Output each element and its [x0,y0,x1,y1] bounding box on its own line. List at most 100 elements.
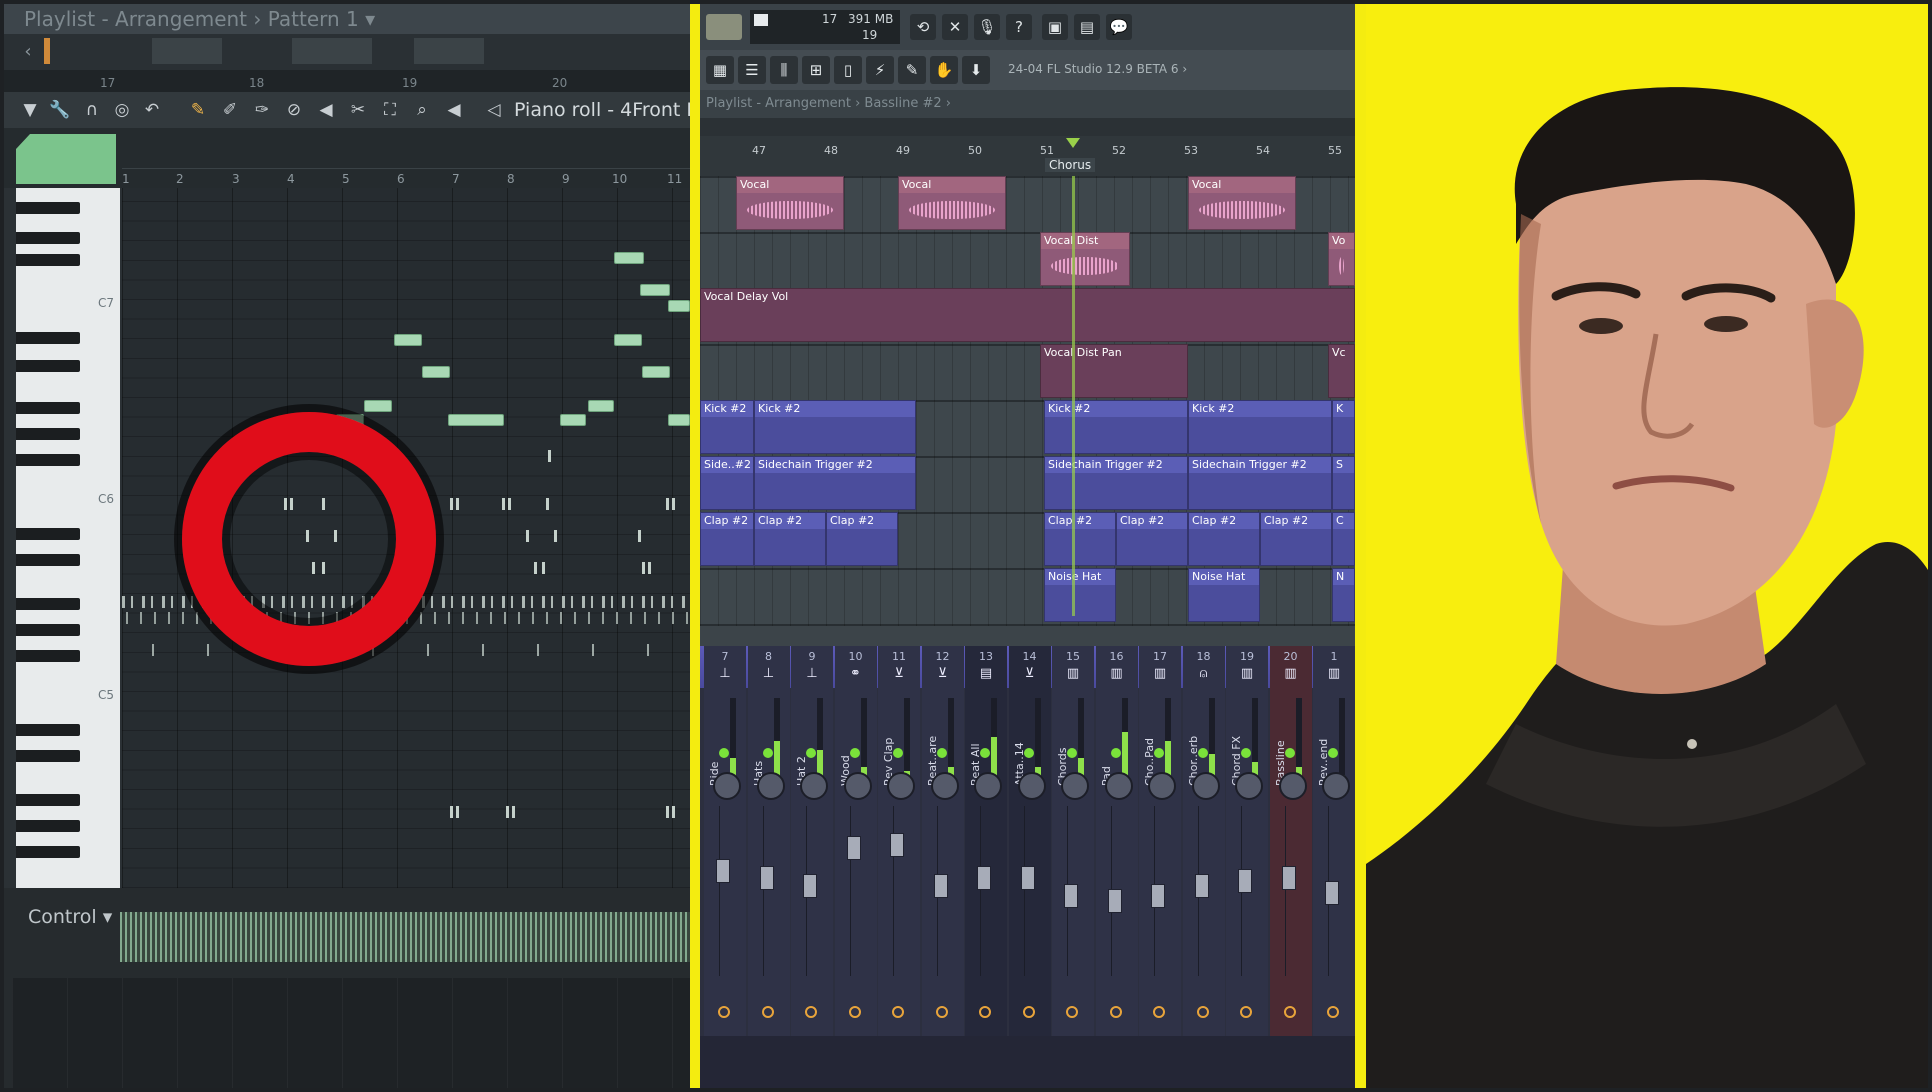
black-key[interactable] [16,232,80,244]
mixer-strip[interactable]: 7 ⊥ Ride [704,646,746,1036]
mute-toggle[interactable] [1197,748,1208,758]
record-icon[interactable]: ◎ [110,98,134,122]
note[interactable] [394,334,422,346]
black-key[interactable] [16,332,80,344]
note-tick[interactable] [554,530,557,542]
note-tick[interactable] [526,530,529,542]
note-tick[interactable] [638,530,641,542]
note-tick[interactable] [506,806,509,818]
pattern-clip[interactable]: Noise Hat [1044,568,1116,622]
pattern-clip[interactable]: Clap #2 [1188,512,1260,566]
note-tick[interactable] [456,498,459,510]
pan-knob[interactable] [930,772,959,800]
pan-knob[interactable] [1148,772,1176,800]
mute-toggle[interactable] [1328,748,1338,758]
magnet-icon[interactable]: ∩ [80,98,104,122]
note[interactable] [588,400,614,412]
pattern-clip[interactable]: Kick #2 [1188,400,1332,454]
note[interactable] [640,284,670,296]
route-icon[interactable] [1196,1006,1209,1018]
mixer-strip[interactable]: 14 ⊻ Atta..14 [1008,646,1051,1036]
mute-icon[interactable]: ◀ [314,98,338,122]
route-icon[interactable] [1066,1006,1078,1018]
note[interactable] [560,414,586,426]
pan-knob[interactable] [1104,772,1133,800]
control-label[interactable]: Control ▾ [28,906,112,928]
mute-toggle[interactable] [806,748,816,758]
velocity-bars[interactable] [120,912,690,962]
download-icon[interactable]: ⬇ [962,56,990,84]
mute-toggle[interactable] [719,748,729,758]
wrench-icon[interactable]: 🔧 [48,98,72,122]
pattern-clip[interactable]: Clap #2 [754,512,826,566]
mixer-strip[interactable]: 10 ⚭ Wood [834,646,877,1036]
route-icon[interactable] [892,1006,904,1018]
pattern-clip[interactable]: Clap #2 [1260,512,1332,566]
touch-icon[interactable]: ✋ [930,56,958,84]
mixer-strip[interactable]: 17 ▥ Cho..Pad [1139,646,1181,1036]
pattern-clip[interactable]: C [1332,512,1355,566]
mixer-strip[interactable]: 12 ⊻ Beat..are [921,646,964,1036]
note-tick[interactable] [672,806,675,818]
plugin-picker-icon[interactable]: ⊞ [802,56,830,84]
volume-fader[interactable] [1238,806,1252,976]
note-tick[interactable] [648,562,651,574]
mute-toggle[interactable] [893,748,903,758]
route-icon[interactable] [718,1006,730,1018]
automation-clip[interactable]: Vocal Delay Vol [700,288,1355,342]
mute-toggle[interactable] [1110,748,1121,758]
note[interactable] [422,366,450,378]
piano-roll-ruler[interactable]: 1 2 3 4 5 6 7 8 9 10 11 [4,128,690,188]
pan-knob[interactable] [1235,772,1263,800]
help-icon[interactable]: ? [1006,14,1032,40]
mixer-strip[interactable]: 16 ▥ Pad [1095,646,1138,1036]
mixer-strip[interactable]: 15 ▥ Chords [1052,646,1094,1036]
mixer-strip[interactable]: 11 ⊻ Rev Clap [878,646,920,1036]
note-tick[interactable] [666,498,669,510]
playlist-icon[interactable]: ▦ [706,56,734,84]
playback-icon[interactable]: ◀ [442,98,466,122]
piano-roll-icon[interactable]: ✎ [898,56,926,84]
black-key[interactable] [16,528,80,540]
volume-fader[interactable] [803,806,817,976]
route-icon[interactable] [761,1006,774,1018]
save-icon[interactable]: ▣ [1042,14,1068,40]
volume-fader[interactable] [890,806,904,976]
note[interactable] [668,414,690,426]
pattern-clip[interactable]: Sidechain Trigger #2 [754,456,916,510]
pan-knob[interactable] [1017,772,1046,800]
note[interactable] [668,300,690,312]
back-arrow-icon[interactable]: ‹ [16,40,40,64]
piano-keyboard[interactable]: C7 C6 C5 [16,188,120,888]
pan-knob[interactable] [974,772,1002,800]
volume-fader[interactable] [1151,806,1165,976]
playlist-tracks[interactable]: Vocal Vocal Vocal Vocal Dist Vo Vocal De… [700,176,1355,626]
pattern-clip[interactable]: Clap #2 [1116,512,1188,566]
route-icon[interactable] [979,1006,991,1018]
channel-rack-icon[interactable]: ☰ [738,56,766,84]
playlist-ruler[interactable]: 47 48 49 50 51 52 53 54 55 Chorus [700,136,1355,176]
black-key[interactable] [16,360,80,372]
mute-toggle[interactable] [1241,748,1251,758]
mixer-strip[interactable]: 8 ⊥ Hats [747,646,790,1036]
pan-knob[interactable] [1322,772,1350,800]
volume-fader[interactable] [1194,806,1209,976]
note-row[interactable] [122,644,690,656]
note[interactable] [614,334,642,346]
chorus-marker[interactable]: Chorus [1045,158,1096,172]
mute-toggle[interactable] [1067,748,1077,758]
volume-fader[interactable] [1064,806,1078,976]
pattern-clip[interactable]: Clap #2 [826,512,898,566]
pattern-selector[interactable] [706,14,742,40]
note-tick[interactable] [642,562,645,574]
pattern-clip[interactable]: N [1332,568,1355,622]
mixer-strip[interactable]: 13 ▤ Beat All [965,646,1007,1036]
playlist-overview[interactable] [700,118,1355,136]
pattern-clip[interactable]: Side..#2 [700,456,754,510]
audio-clip[interactable]: Vo [1328,232,1355,286]
audio-clip[interactable]: Vocal Dist [1040,232,1130,286]
pan-knob[interactable] [1061,772,1089,800]
route-icon[interactable] [1240,1006,1252,1018]
note-tick[interactable] [450,806,453,818]
black-key[interactable] [16,650,80,662]
